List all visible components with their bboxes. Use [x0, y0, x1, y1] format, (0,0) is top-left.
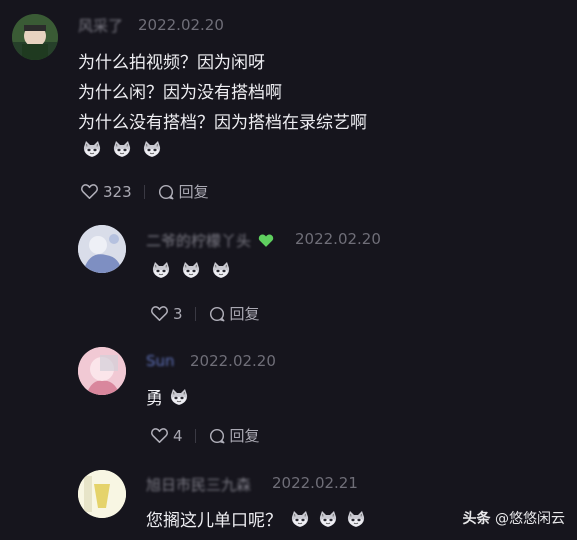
divider: [194, 428, 196, 443]
reply-label: 回复: [229, 305, 260, 323]
like-button[interactable]: 323: [80, 182, 132, 201]
reply-3: 旭日市民三九森 2022.02.21 您搁这儿单口呢？: [0, 460, 577, 540]
comment-date: 2022.02.20: [190, 352, 276, 370]
username[interactable]: 二爷的柠檬丫头: [146, 230, 274, 251]
like-count: 3: [173, 304, 183, 323]
cat-emoji-icon: [112, 139, 132, 159]
comment-text: 您搁这儿单口呢？: [146, 506, 366, 531]
reply-1: 二爷的柠檬丫头 2022.02.20 3 回复: [0, 215, 577, 335]
comment-bubble-icon: [208, 427, 226, 445]
comment-text: 勇: [146, 384, 189, 409]
cat-emoji-icon: [181, 260, 201, 280]
reply-button[interactable]: 回复: [208, 303, 260, 324]
like-count: 4: [173, 426, 183, 445]
comment-actions: 323 回复: [80, 181, 209, 202]
reply-label: 回复: [229, 427, 260, 445]
like-count: 323: [103, 182, 132, 201]
divider: [143, 184, 145, 199]
like-button[interactable]: 4: [150, 426, 183, 445]
divider: [194, 306, 196, 321]
comment-1: 风采了 2022.02.20 为什么拍视频？因为闲呀 为什么闲？因为没有搭档啊 …: [0, 0, 577, 215]
avatar[interactable]: [78, 225, 126, 273]
green-heart-emoji: [258, 234, 274, 247]
heart-outline-icon: [80, 182, 99, 201]
reply-button[interactable]: 回复: [208, 425, 260, 446]
avatar[interactable]: [78, 470, 126, 518]
emoji-row: [151, 260, 231, 280]
username[interactable]: 旭日市民三九森: [146, 474, 251, 495]
cat-emoji-icon: [290, 509, 310, 529]
reply-2: Sun 2022.02.20 勇 4 回复: [0, 337, 577, 457]
comment-bubble-icon: [157, 183, 175, 201]
heart-outline-icon: [150, 304, 169, 323]
cat-emoji-icon: [142, 139, 162, 159]
emoji-row: [82, 139, 162, 159]
comment-text-line-1: 为什么拍视频？因为闲呀: [78, 53, 265, 73]
like-button[interactable]: 3: [150, 304, 183, 323]
cat-emoji-icon: [82, 139, 102, 159]
cat-emoji-icon: [151, 260, 171, 280]
avatar[interactable]: [12, 14, 58, 60]
comment-bubble-icon: [208, 305, 226, 323]
comment-actions: 3 回复: [150, 303, 260, 324]
username[interactable]: 风采了: [78, 15, 123, 36]
avatar-image: [12, 14, 58, 60]
avatar-image: [78, 347, 126, 395]
avatar-image: [78, 470, 126, 518]
cat-emoji-icon: [169, 387, 189, 407]
avatar-image: [78, 225, 126, 273]
heart-outline-icon: [150, 426, 169, 445]
source-watermark: 头条 @悠悠闲云: [463, 508, 565, 528]
avatar[interactable]: [78, 347, 126, 395]
watermark-handle: @悠悠闲云: [495, 511, 565, 527]
cat-emoji-icon: [211, 260, 231, 280]
comment-date: 2022.02.21: [272, 474, 358, 492]
username[interactable]: Sun: [146, 352, 175, 370]
comment-text-line-3: 为什么没有搭档？因为搭档在录综艺啊: [78, 113, 367, 133]
comment-text-line-2: 为什么闲？因为没有搭档啊: [78, 83, 282, 103]
comment-date: 2022.02.20: [138, 16, 224, 34]
cat-emoji-icon: [318, 509, 338, 529]
reply-button[interactable]: 回复: [157, 181, 209, 202]
comment-actions: 4 回复: [150, 425, 260, 446]
comment-date: 2022.02.20: [295, 230, 381, 248]
reply-label: 回复: [178, 183, 209, 201]
cat-emoji-icon: [346, 509, 366, 529]
watermark-brand: 头条: [462, 511, 491, 527]
